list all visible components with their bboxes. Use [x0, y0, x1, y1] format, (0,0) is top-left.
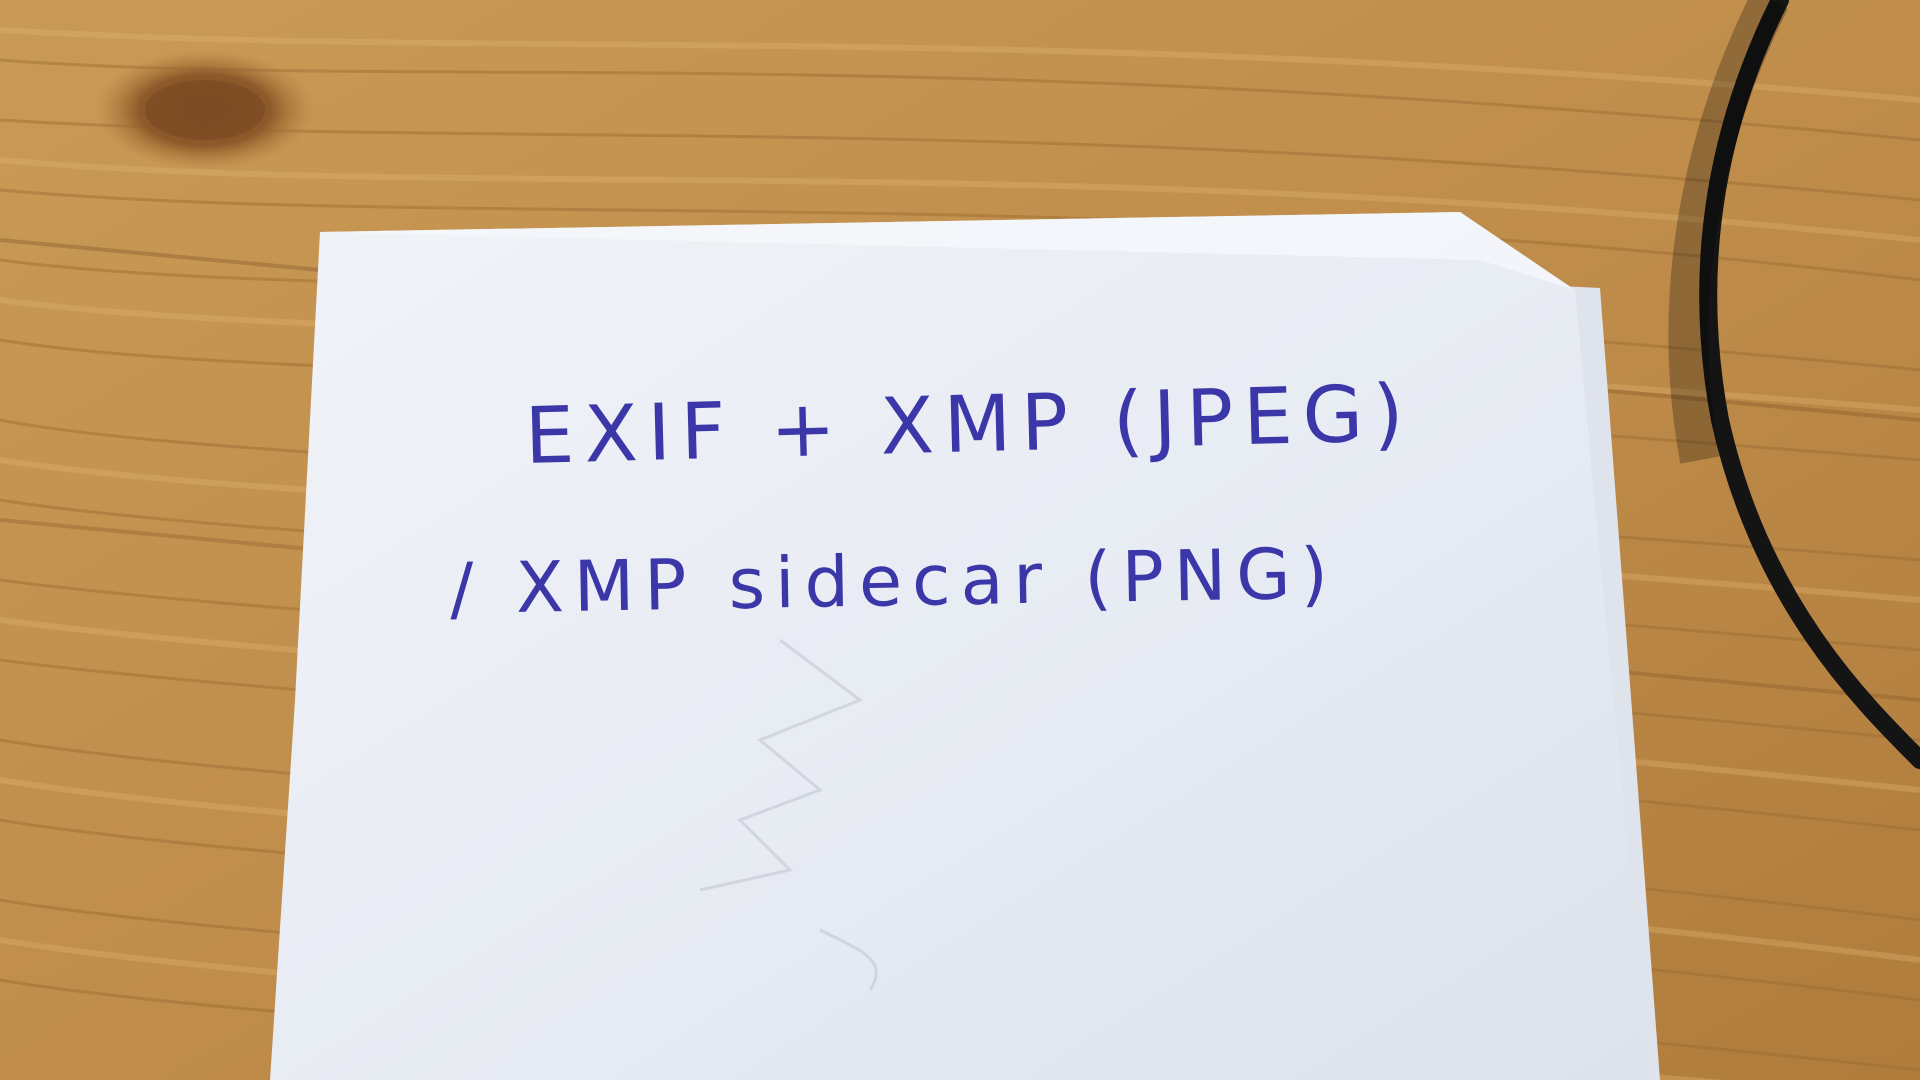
photo-scene: EXIF + XMP (JPEG) / XMP sidecar (PNG) [0, 0, 1920, 1080]
handwritten-note-line-2: / XMP sidecar (PNG) [449, 532, 1339, 630]
paper-sheet [270, 212, 1660, 1080]
wood-knot [95, 50, 315, 170]
